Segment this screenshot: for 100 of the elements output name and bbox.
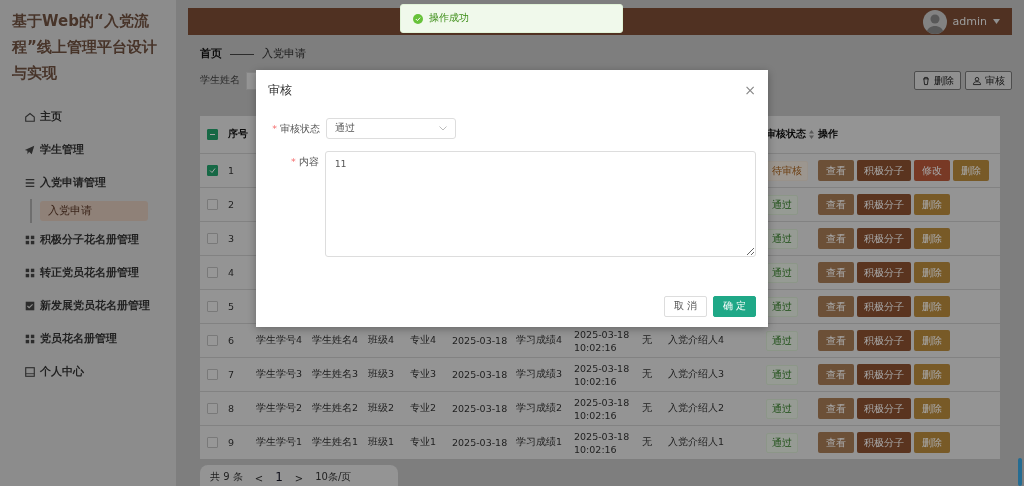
breadcrumb-item: 入党申请 [262,47,306,62]
table-cell-text: 2025-03-18 10:02:16 [574,395,631,422]
delete-button[interactable]: 删除 [914,398,950,420]
delete-button[interactable]: 删除 [914,71,961,91]
menu-item[interactable]: 新发展党员花名册管理 [40,298,150,313]
view-button[interactable]: 查看 [818,398,854,420]
table-cell: 入党介绍人2 [668,402,725,416]
row-checkbox[interactable] [207,369,218,381]
status-tag: 通过 [766,228,798,249]
row-checkbox[interactable] [207,437,218,449]
grid-icon [24,266,36,279]
table-cell: 班级1 [368,436,395,450]
table-cell: 4 [228,267,235,279]
status-tag: 通过 [766,262,798,283]
page-size-select[interactable]: 10条/页 [315,470,352,486]
field-label: * 内容 [290,156,319,169]
table-cell: 5 [228,301,235,313]
table-cell-text: 2025-03-18 10:02:16 [574,327,631,354]
table-cell: 学生学号1 [256,436,303,450]
row-checkbox[interactable] [207,335,218,347]
activist-button[interactable]: 积极分子 [857,296,911,318]
row-checkbox[interactable] [207,199,218,211]
table-cell: 无 [642,334,652,348]
delete-button[interactable]: 删除 [914,228,950,250]
submenu-item[interactable]: 入党申请 [40,201,148,221]
table-cell: 学生姓名1 [312,436,359,450]
table-cell: 学生姓名3 [312,368,359,382]
confirm-button[interactable]: 确 定 [713,296,756,317]
table-cell: 1 [228,165,235,177]
cancel-button[interactable]: 取 消 [664,296,707,317]
activist-button[interactable]: 积极分子 [857,160,911,182]
delete-button[interactable]: 删除 [914,296,950,318]
menu-item[interactable]: 个人中心 [40,364,84,379]
view-button[interactable]: 查看 [818,364,854,386]
table-cell: 班级2 [368,402,395,416]
delete-button[interactable]: 删除 [914,330,950,352]
row-checkbox[interactable] [207,403,218,415]
next-page-button[interactable]: > [294,473,304,486]
table-cell: 2 [228,199,235,211]
delete-button[interactable]: 删除 [953,160,989,182]
table-cell: 学习成绩2 [516,402,563,416]
menu-icon [24,176,36,189]
view-button[interactable]: 查看 [818,262,854,284]
breadcrumb-item[interactable]: 首页 [200,47,222,62]
table-cell: 8 [228,403,235,415]
menu-item[interactable]: 党员花名册管理 [40,331,117,346]
table-cell: 无 [642,402,652,416]
delete-button[interactable]: 删除 [914,432,950,454]
row-checkbox[interactable] [207,233,218,245]
view-button[interactable]: 查看 [818,160,854,182]
activist-button[interactable]: 积极分子 [857,432,911,454]
view-button[interactable]: 查看 [818,330,854,352]
row-checkbox[interactable] [207,301,218,313]
menu-item[interactable]: 主页 [40,109,62,124]
activist-button[interactable]: 积极分子 [857,364,911,386]
view-button[interactable]: 查看 [818,228,854,250]
table-cell: 学生姓名2 [312,402,359,416]
table-cell: 专业2 [410,402,437,416]
menu-item[interactable]: 积极分子花名册管理 [40,232,139,247]
delete-button[interactable]: 删除 [914,262,950,284]
activist-button[interactable]: 积极分子 [857,330,911,352]
view-button[interactable]: 查看 [818,194,854,216]
review-button[interactable]: 审核 [965,71,1012,91]
activist-button[interactable]: 积极分子 [857,194,911,216]
status-select[interactable]: 通过 [326,118,456,139]
dialog-title: 审核 [268,81,292,99]
table-cell: 2025-03-18 [452,437,508,449]
grid-icon [24,233,36,246]
prev-page-button[interactable]: < [254,473,264,486]
username[interactable]: admin [952,15,987,29]
view-button[interactable]: 查看 [818,432,854,454]
sort-icon[interactable] [809,130,814,140]
page-number[interactable]: 1 [275,470,283,486]
table-cell: 专业1 [410,436,437,450]
activist-button[interactable]: 积极分子 [857,398,911,420]
edit-button[interactable]: 修改 [914,160,950,182]
scrollbar[interactable] [1018,458,1022,486]
avatar-icon[interactable] [922,9,947,34]
delete-button[interactable]: 删除 [914,364,950,386]
home-icon [24,110,36,123]
menu-item[interactable]: 转正党员花名册管理 [40,265,139,280]
content-field[interactable]: 11 [324,151,756,257]
activist-button[interactable]: 积极分子 [857,262,911,284]
menu-item[interactable]: 学生管理 [40,142,84,157]
app-title: 基于Web的“入党流程”线上管理平台设计与实现 [12,11,158,84]
table-cell: 入党介绍人3 [668,368,725,382]
row-checkbox[interactable] [207,165,218,177]
table-cell: 9 [228,437,235,449]
menu-item[interactable]: 入党申请管理 [40,175,106,190]
delete-button[interactable]: 删除 [914,194,950,216]
view-button[interactable]: 查看 [818,296,854,318]
activist-button[interactable]: 积极分子 [857,228,911,250]
caret-icon[interactable] [993,19,1000,25]
status-tag: 通过 [766,432,798,453]
row-checkbox[interactable] [207,267,218,279]
table-cell-text: 2025-03-18 10:02:16 [574,361,631,388]
table-cell-text: 2025-03-18 10:02:16 [574,429,631,456]
select-all-checkbox[interactable] [207,129,218,141]
chevron-icon [439,126,447,131]
close-button[interactable]: × [744,83,756,97]
